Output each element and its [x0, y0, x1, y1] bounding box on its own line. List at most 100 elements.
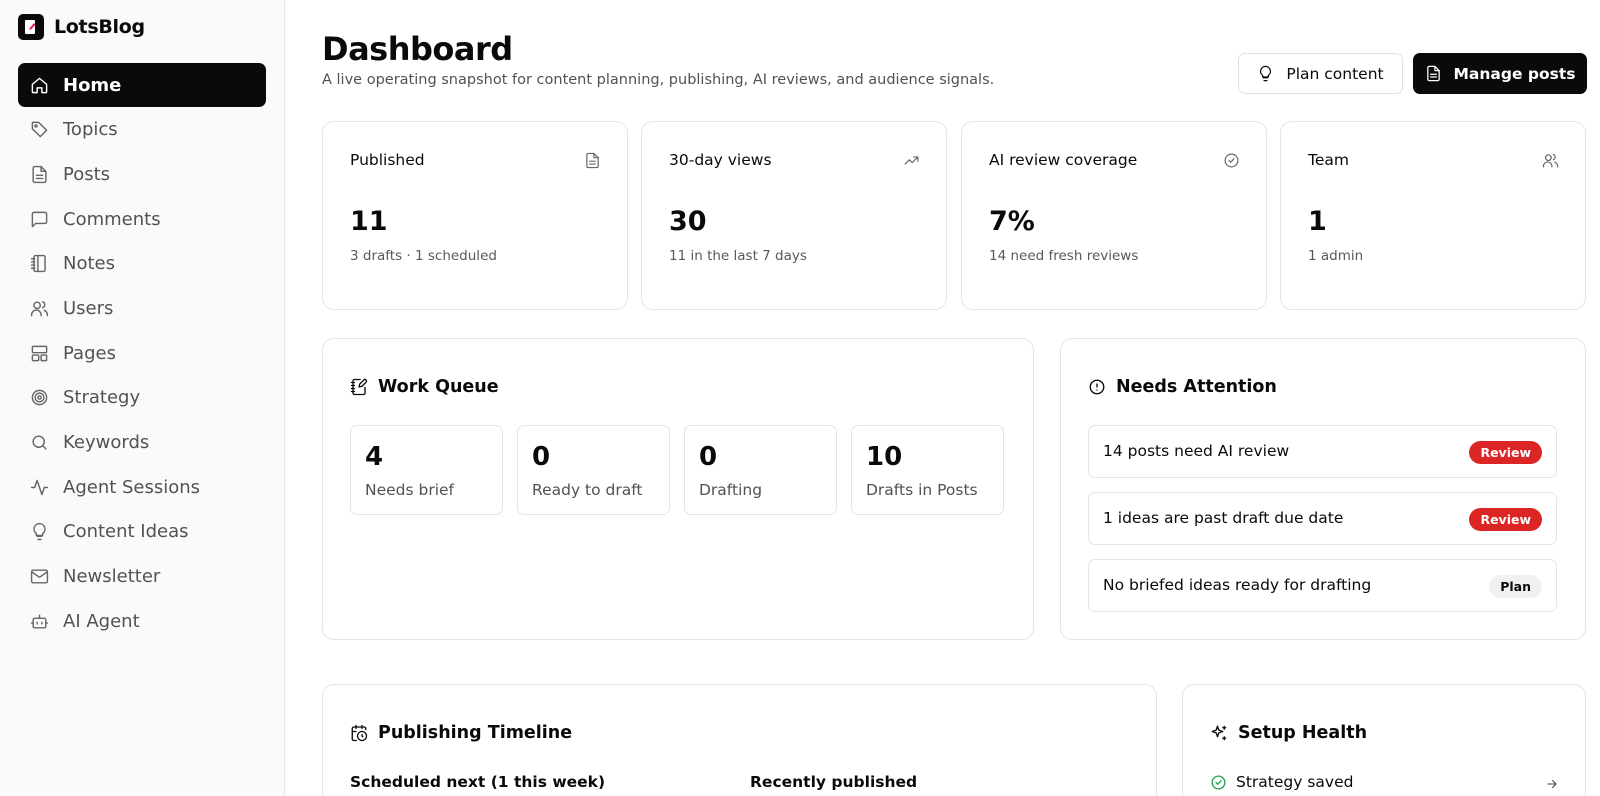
stat-value: 1 — [1308, 206, 1327, 237]
stat-card-ai-review: AI review coverage 7% 14 need fresh revi… — [961, 121, 1267, 310]
lightbulb-icon — [33, 523, 46, 541]
calendar-clock-icon — [351, 724, 368, 742]
plan-badge[interactable]: Plan — [1489, 575, 1542, 598]
arrow-right-icon[interactable] — [1545, 777, 1559, 791]
publishing-timeline-card: Publishing Timeline Scheduled next (1 th… — [322, 684, 1157, 796]
sidebar-item-label: Strategy — [63, 387, 141, 409]
sidebar-item-label: Agent Sessions — [63, 476, 201, 498]
stat-card-views: 30-day views 30 11 in the last 7 days — [641, 121, 947, 310]
page-subtitle: A live operating snapshot for content pl… — [322, 72, 995, 88]
stat-subtext: 1 admin — [1308, 248, 1364, 264]
sidebar-item-keywords[interactable]: Keywords — [18, 421, 266, 465]
queue-item-needs-brief[interactable]: 4 Needs brief — [350, 425, 503, 515]
sidebar-item-users[interactable]: Users — [18, 286, 266, 330]
needs-attention-card: Needs Attention 14 posts need AI review … — [1060, 338, 1586, 640]
activity-icon — [30, 479, 49, 496]
queue-count: 0 — [532, 442, 551, 472]
target-icon — [31, 389, 48, 406]
app-name: LotsBlog — [54, 16, 145, 38]
review-badge[interactable]: Review — [1469, 441, 1542, 464]
sidebar-item-newsletter[interactable]: Newsletter — [18, 555, 266, 599]
sidebar-item-content-ideas[interactable]: Content Ideas — [18, 510, 266, 554]
page-title: Dashboard — [322, 30, 513, 68]
file-text-icon — [32, 165, 47, 184]
plan-content-label: Plan content — [1286, 64, 1384, 83]
file-text-icon — [1426, 65, 1440, 82]
sidebar-item-notes[interactable]: Notes — [18, 242, 266, 286]
stat-label: AI review coverage — [989, 151, 1138, 169]
sidebar-item-label: Users — [63, 297, 114, 319]
sidebar-item-pages[interactable]: Pages — [18, 331, 266, 375]
recently-published-heading: Recently published — [750, 773, 918, 791]
main-content: Dashboard A live operating snapshot for … — [285, 0, 1600, 796]
check-circle-icon — [1224, 153, 1239, 168]
queue-item-ready-to-draft[interactable]: 0 Ready to draft — [517, 425, 670, 515]
queue-label: Drafts in Posts — [866, 481, 978, 499]
sidebar-item-agent-sessions[interactable]: Agent Sessions — [18, 465, 266, 509]
stat-subtext: 3 drafts · 1 scheduled — [350, 248, 497, 264]
stat-label: Team — [1308, 151, 1349, 169]
sidebar: LotsBlog Home Topics Posts Comments Note… — [0, 0, 285, 796]
attention-text: 14 posts need AI review — [1103, 442, 1290, 460]
attention-item[interactable]: No briefed ideas ready for drafting Plan — [1088, 559, 1557, 612]
alert-circle-icon — [1089, 379, 1105, 395]
users-icon — [30, 300, 49, 317]
stat-card-team: Team 1 1 admin — [1280, 121, 1586, 310]
tag-icon — [31, 121, 48, 138]
stat-label: Published — [350, 151, 425, 169]
queue-count: 4 — [365, 442, 384, 472]
layout-icon — [31, 345, 48, 361]
scheduled-next-heading: Scheduled next (1 this week) — [350, 773, 606, 791]
sparkles-icon — [1211, 725, 1227, 741]
queue-item-drafting[interactable]: 0 Drafting — [684, 425, 837, 515]
stat-value: 11 — [350, 206, 388, 237]
setup-health-card: Setup Health Strategy saved — [1182, 684, 1586, 796]
search-icon — [32, 435, 47, 450]
section-title-text: Work Queue — [378, 377, 499, 397]
section-title-text: Setup Health — [1238, 723, 1368, 743]
sidebar-item-posts[interactable]: Posts — [18, 152, 266, 196]
queue-label: Needs brief — [365, 481, 455, 499]
setup-item-strategy[interactable]: Strategy saved — [1210, 773, 1353, 791]
sidebar-item-strategy[interactable]: Strategy — [18, 376, 266, 420]
queue-count: 0 — [699, 442, 718, 472]
sidebar-item-comments[interactable]: Comments — [18, 197, 266, 241]
stat-subtext: 11 in the last 7 days — [669, 248, 807, 264]
review-badge[interactable]: Review — [1469, 508, 1542, 531]
notebook-pen-icon — [350, 378, 368, 396]
sidebar-item-label: Notes — [63, 253, 115, 275]
users-icon — [1542, 153, 1559, 168]
plan-content-button[interactable]: Plan content — [1238, 53, 1403, 94]
lightbulb-icon — [1260, 65, 1272, 82]
manage-posts-button[interactable]: Manage posts — [1413, 53, 1587, 94]
bot-icon — [30, 614, 49, 629]
stat-label: 30-day views — [669, 151, 772, 169]
sidebar-item-label: Home — [63, 74, 122, 96]
file-text-icon — [586, 152, 599, 169]
trending-up-icon — [904, 156, 919, 165]
sidebar-item-ai-agent[interactable]: AI Agent — [18, 599, 266, 643]
attention-text: No briefed ideas ready for drafting — [1103, 576, 1372, 594]
attention-item[interactable]: 14 posts need AI review Review — [1088, 425, 1557, 478]
sidebar-item-home[interactable]: Home — [18, 63, 266, 107]
sidebar-nav: Home Topics Posts Comments Notes Users P… — [18, 63, 266, 644]
lotsblog-logo-icon — [18, 14, 44, 40]
attention-text: 1 ideas are past draft due date — [1103, 509, 1344, 527]
sidebar-item-label: Comments — [63, 208, 161, 230]
queue-item-drafts-in-posts[interactable]: 10 Drafts in Posts — [851, 425, 1004, 515]
queue-label: Drafting — [699, 481, 763, 499]
manage-posts-label: Manage posts — [1453, 64, 1576, 83]
brand[interactable]: LotsBlog — [18, 14, 145, 40]
sidebar-item-topics[interactable]: Topics — [18, 108, 266, 152]
attention-item[interactable]: 1 ideas are past draft due date Review — [1088, 492, 1557, 545]
sidebar-item-label: Newsletter — [63, 566, 161, 588]
sidebar-item-label: Topics — [63, 119, 118, 141]
notebook-icon — [30, 255, 46, 273]
queue-count: 10 — [866, 442, 903, 472]
queue-label: Ready to draft — [532, 481, 643, 499]
section-title-text: Publishing Timeline — [378, 723, 573, 743]
check-circle-icon — [1211, 774, 1226, 790]
stat-card-published: Published 11 3 drafts · 1 scheduled — [322, 121, 628, 310]
setup-health-title: Setup Health — [1210, 723, 1367, 743]
setup-item-label: Strategy saved — [1236, 773, 1354, 791]
